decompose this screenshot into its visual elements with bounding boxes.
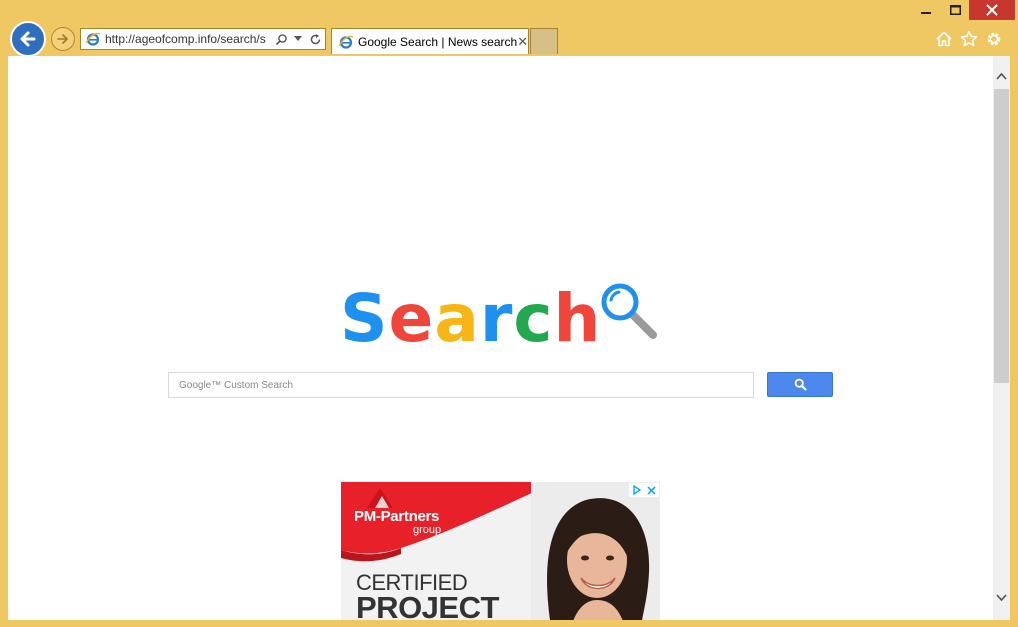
ad-woman-photo bbox=[531, 482, 660, 620]
close-tab-icon[interactable]: ✕ bbox=[517, 34, 528, 50]
maximize-button[interactable] bbox=[941, 0, 969, 20]
search-logo: Search bbox=[340, 276, 602, 352]
ad-choices[interactable] bbox=[629, 483, 659, 497]
minimize-icon bbox=[921, 12, 931, 14]
new-tab-button[interactable] bbox=[530, 28, 558, 54]
vertical-scrollbar[interactable] bbox=[993, 56, 1010, 620]
minimize-button[interactable] bbox=[912, 0, 940, 20]
logo-letter: a bbox=[434, 280, 480, 357]
ad-info-icon[interactable] bbox=[629, 483, 644, 497]
ad-brand: PM-Partners bbox=[354, 508, 440, 525]
search-icon[interactable] bbox=[274, 32, 288, 46]
url-input[interactable] bbox=[105, 32, 271, 46]
logo-letter: e bbox=[388, 280, 435, 357]
chevron-down-icon bbox=[996, 593, 1007, 601]
ad-banner[interactable]: PM-Partners group CERTIFIED PROJECT bbox=[341, 482, 660, 620]
scroll-up-arrow[interactable] bbox=[993, 67, 1010, 84]
address-bar[interactable] bbox=[80, 28, 326, 50]
ad-headline-2: PROJECT bbox=[356, 590, 499, 620]
logo-letter: c bbox=[513, 280, 554, 357]
search-box[interactable] bbox=[168, 372, 754, 398]
logo-letter: r bbox=[479, 280, 514, 357]
magnifier-logo-icon bbox=[601, 283, 657, 339]
star-icon[interactable] bbox=[959, 29, 979, 49]
ie-icon bbox=[85, 32, 101, 46]
close-icon bbox=[986, 4, 998, 16]
maximize-icon bbox=[949, 5, 961, 15]
ie-icon bbox=[338, 35, 354, 49]
close-window-button[interactable] bbox=[969, 0, 1015, 20]
dropdown-icon[interactable] bbox=[291, 32, 305, 46]
forward-button[interactable] bbox=[51, 27, 75, 51]
ad-brand-sub: group bbox=[413, 524, 442, 536]
search-input[interactable] bbox=[169, 372, 753, 398]
logo-letter: S bbox=[340, 280, 389, 357]
arrow-right-icon bbox=[57, 34, 68, 44]
scroll-thumb[interactable] bbox=[994, 89, 1009, 383]
refresh-icon[interactable] bbox=[308, 32, 322, 46]
arrow-left-icon bbox=[20, 31, 36, 47]
gear-icon[interactable] bbox=[984, 29, 1004, 49]
tab-title: Google Search | News search bbox=[358, 34, 518, 49]
ad-close-icon[interactable] bbox=[644, 483, 659, 497]
search-button[interactable] bbox=[767, 372, 833, 397]
browser-chrome: Google Search | News search ✕ bbox=[0, 0, 1018, 57]
tab-google-search[interactable]: Google Search | News search ✕ bbox=[331, 28, 529, 54]
page-viewport: Search PM-Partners group CERTIFIED PROJE… bbox=[8, 56, 1010, 620]
search-icon bbox=[794, 378, 807, 391]
back-button[interactable] bbox=[10, 21, 46, 57]
logo-letter: h bbox=[553, 280, 602, 357]
scroll-down-arrow[interactable] bbox=[993, 589, 1010, 606]
home-icon[interactable] bbox=[934, 29, 954, 49]
chevron-up-icon bbox=[996, 72, 1007, 80]
